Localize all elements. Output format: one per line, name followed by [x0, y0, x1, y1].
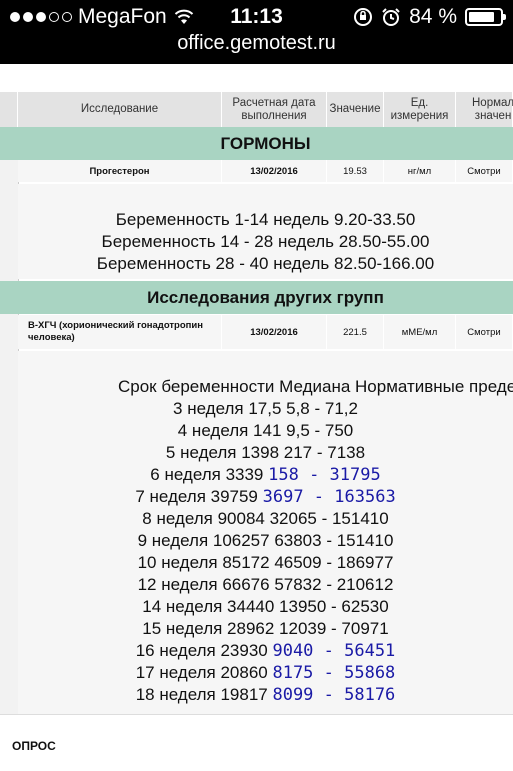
- hcg-week-line: 12 неделя 66676 57832 - 210612: [18, 575, 513, 595]
- hcg-week-text: 15 неделя 28962 12039 - 70971: [142, 619, 389, 638]
- report-page: Исследование Расчетная дата выполнения З…: [0, 64, 513, 714]
- url-bar[interactable]: office.gemotest.ru: [0, 32, 513, 55]
- row-norm[interactable]: Смотри: [456, 315, 513, 349]
- row-unit: мМЕ/мл: [384, 315, 456, 349]
- notes-header: Срок беременности Медиана Нормативные пр…: [118, 377, 513, 396]
- hcg-range-link[interactable]: 3697 - 163563: [263, 487, 396, 507]
- hcg-week-line: 4 неделя 141 9,5 - 750: [18, 421, 513, 441]
- hcg-week-line: 10 неделя 85172 46509 - 186977: [18, 553, 513, 573]
- hcg-week-text: 14 неделя 34440 13950 - 62530: [142, 597, 389, 616]
- row-date: 13/02/2016: [222, 315, 327, 349]
- hcg-range-link[interactable]: 158 - 31795: [268, 465, 381, 485]
- status-right: 84 %: [353, 5, 506, 29]
- hcg-week-line: 16 неделя 23930 9040 - 56451: [18, 641, 513, 661]
- row-unit: нг/мл: [384, 160, 456, 182]
- header-norm: Нормал значен: [456, 92, 513, 127]
- hcg-week-text: 4 неделя 141 9,5 - 750: [177, 421, 354, 440]
- footer: ОПРОС: [0, 714, 513, 771]
- norm-notes: Срок беременности Медиана Нормативные пр…: [18, 351, 513, 714]
- hcg-week-line: 8 неделя 90084 32065 - 151410: [18, 509, 513, 529]
- norm-notes: Беременность 1-14 недель 9.20-33.50 Бере…: [18, 184, 513, 279]
- battery-percent: 84 %: [409, 5, 457, 28]
- hcg-week-text: 16 неделя 23930: [135, 641, 273, 660]
- battery-icon: [465, 8, 506, 26]
- row-value: 19.53: [327, 160, 384, 182]
- table-row: Прогестерон 13/02/2016 19.53 нг/мл Смотр…: [18, 160, 513, 182]
- alarm-icon: [382, 8, 400, 26]
- hcg-week-text: 9 неделя 106257 63803 - 151410: [137, 531, 394, 550]
- header-value: Значение: [327, 92, 384, 127]
- hcg-week-text: 5 неделя 1398 217 - 7138: [165, 443, 366, 462]
- hcg-week-line: 9 неделя 106257 63803 - 151410: [18, 531, 513, 551]
- hcg-range-link[interactable]: 8175 - 55868: [272, 663, 395, 683]
- hcg-week-line: 6 неделя 3339 158 - 31795: [18, 465, 513, 485]
- orientation-lock-icon: [354, 8, 373, 26]
- header-research: Исследование: [18, 92, 222, 127]
- hcg-week-text: 12 неделя 66676 57832 - 210612: [137, 575, 394, 594]
- row-value: 221.5: [327, 315, 384, 349]
- hcg-week-line: 17 неделя 20860 8175 - 55868: [18, 663, 513, 683]
- hcg-week-line: 5 неделя 1398 217 - 7138: [18, 443, 513, 463]
- row-research-name: В-ХГЧ (хорионический гонадотропин челове…: [18, 315, 222, 349]
- section-title-other: Исследования других групп: [18, 281, 513, 314]
- survey-link[interactable]: ОПРОС: [12, 739, 56, 753]
- hcg-week-line: 3 неделя 17,5 5,8 - 71,2: [18, 399, 513, 419]
- hcg-week-line: 7 неделя 39759 3697 - 163563: [18, 487, 513, 507]
- hcg-week-text: 18 неделя 19817: [135, 685, 273, 704]
- header-unit: Ед. измерения: [384, 92, 456, 127]
- section-edit-icon[interactable]: [0, 127, 18, 160]
- row-marker-column: [0, 92, 19, 714]
- hcg-week-text: 6 неделя 3339: [150, 465, 269, 484]
- section-edit-icon[interactable]: [0, 281, 18, 314]
- row-research-name: Прогестерон: [18, 160, 222, 182]
- hcg-week-text: 8 неделя 90084 32065 - 151410: [142, 509, 389, 528]
- table-row: В-ХГЧ (хорионический гонадотропин челове…: [18, 315, 513, 349]
- header-edge: [0, 92, 18, 127]
- header-date: Расчетная дата выполнения: [222, 92, 327, 127]
- note-line: Беременность 14 - 28 недель 28.50-55.00: [101, 232, 430, 251]
- hcg-week-text: 3 неделя 17,5 5,8 - 71,2: [173, 399, 358, 418]
- row-date: 13/02/2016: [222, 160, 327, 182]
- section-title-hormones: ГОРМОНЫ: [18, 127, 513, 160]
- hcg-week-text: 17 неделя 20860: [135, 663, 273, 682]
- row-norm[interactable]: Смотри: [456, 160, 513, 182]
- hcg-week-line: 14 неделя 34440 13950 - 62530: [18, 597, 513, 617]
- hcg-week-text: 10 неделя 85172 46509 - 186977: [137, 553, 394, 572]
- hcg-range-link[interactable]: 9040 - 56451: [272, 641, 395, 661]
- hcg-range-link[interactable]: 8099 - 58176: [272, 685, 395, 705]
- note-line: Беременность 28 - 40 недель 82.50-166.00: [96, 254, 435, 273]
- hcg-week-text: 7 неделя 39759: [135, 487, 263, 506]
- status-bar: MegaFon 11:13 84 % office.gemotest.ru: [0, 0, 513, 64]
- hcg-week-line: 18 неделя 19817 8099 - 58176: [18, 685, 513, 705]
- hcg-week-line: 15 неделя 28962 12039 - 70971: [18, 619, 513, 639]
- note-line: Беременность 1-14 недель 9.20-33.50: [115, 210, 416, 229]
